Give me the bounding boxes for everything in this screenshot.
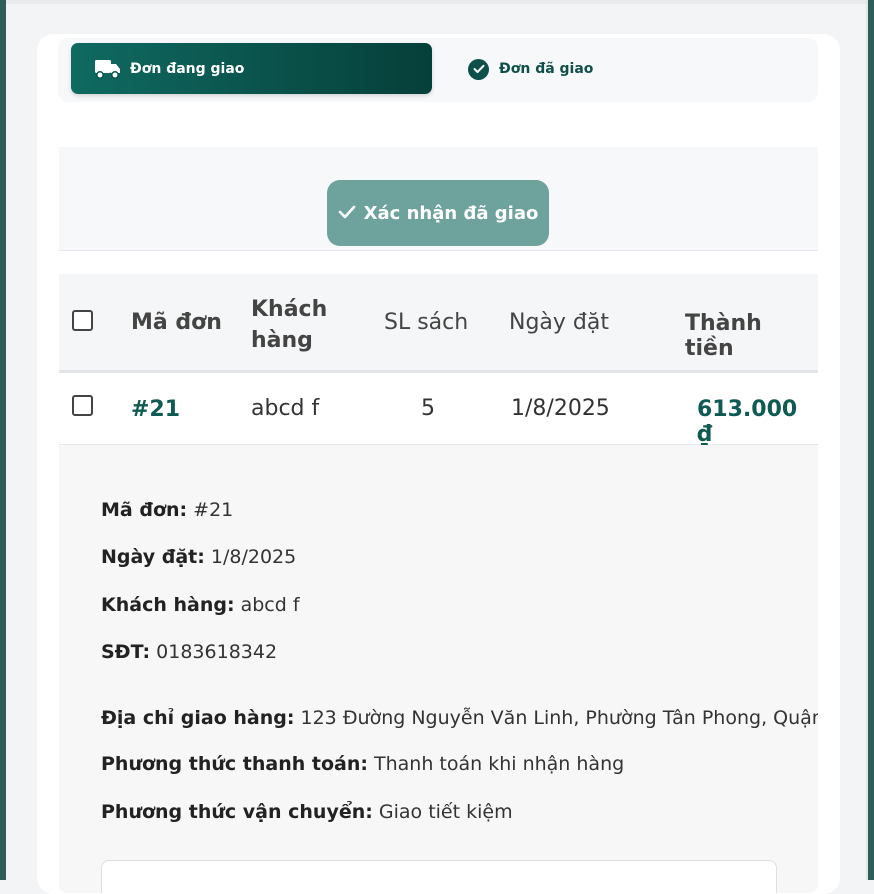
detail-customer-value: abcd f	[234, 594, 300, 616]
check-circle-icon	[468, 58, 489, 80]
detail-date-value: 1/8/2025	[204, 546, 297, 568]
row-date: 1/8/2025	[511, 396, 610, 421]
detail-payment: Phương thức thanh toán: Thanh toán khi n…	[101, 753, 624, 775]
row-checkbox[interactable]	[72, 395, 93, 416]
detail-address-label: Địa chỉ giao hàng:	[101, 707, 295, 729]
window-right-edge	[868, 0, 874, 880]
detail-phone: SĐT: 0183618342	[101, 641, 277, 663]
tab-delivered-orders-label: Đơn đã giao	[499, 61, 594, 77]
header-qty: SL sách	[384, 310, 469, 335]
detail-address-value: 123 Đường Nguyễn Văn Linh, Phường Tân Ph…	[294, 707, 819, 729]
order-items-table	[101, 860, 777, 893]
detail-order-id-label: Mã đơn:	[101, 499, 188, 521]
header-total: Thành tiền	[685, 311, 762, 361]
header-customer-line2: hàng	[251, 328, 313, 353]
row-customer: abcd f	[251, 396, 320, 421]
row-total: 613.000 ₫	[697, 397, 798, 447]
detail-shipping-label: Phương thức vận chuyển:	[101, 801, 373, 823]
header-customer: Khách hàng	[251, 294, 327, 356]
detail-order-id: Mã đơn: #21	[101, 499, 233, 521]
confirm-delivered-label: Xác nhận đã giao	[363, 202, 539, 224]
header-date: Ngày đặt	[509, 310, 609, 335]
detail-shipping-value: Giao tiết kiệm	[372, 801, 513, 823]
tab-shipping-orders[interactable]: Đơn đang giao	[71, 43, 432, 94]
row-order-id[interactable]: #21	[131, 397, 180, 422]
table-header: Mã đơn Khách hàng SL sách Ngày đặt Thành…	[59, 274, 818, 373]
detail-payment-value: Thanh toán khi nhận hàng	[367, 753, 625, 775]
orders-card: Xác nhận đã giao Mã đơn Khách hàng SL sá…	[59, 133, 818, 893]
detail-order-id-value: #21	[187, 499, 234, 521]
detail-address: Địa chỉ giao hàng: 123 Đường Nguyễn Văn …	[101, 707, 818, 729]
detail-date-label: Ngày đặt:	[101, 546, 205, 568]
detail-date: Ngày đặt: 1/8/2025	[101, 546, 296, 568]
bulk-action-bar: Xác nhận đã giao	[59, 147, 818, 251]
select-all-checkbox[interactable]	[72, 310, 93, 331]
order-detail-panel: Mã đơn: #21 Ngày đặt: 1/8/2025 Khách hàn…	[59, 445, 818, 893]
detail-phone-value: 0183618342	[150, 641, 278, 663]
detail-customer-label: Khách hàng:	[101, 594, 235, 616]
tab-delivered-orders[interactable]: Đơn đã giao	[460, 52, 593, 86]
table-row[interactable]: #21 abcd f 5 1/8/2025 613.000 ₫	[59, 373, 818, 447]
header-order-id: Mã đơn	[131, 310, 222, 335]
detail-payment-label: Phương thức thanh toán:	[101, 753, 368, 775]
window-top-edge	[6, 0, 868, 4]
row-qty: 5	[421, 396, 435, 421]
window-left-edge	[0, 0, 6, 880]
detail-phone-label: SĐT:	[101, 641, 151, 663]
confirm-delivered-button[interactable]: Xác nhận đã giao	[327, 180, 549, 246]
detail-customer: Khách hàng: abcd f	[101, 594, 300, 616]
check-icon	[338, 204, 356, 223]
header-customer-line1: Khách	[251, 297, 328, 322]
tab-shipping-orders-label: Đơn đang giao	[130, 60, 245, 77]
truck-icon	[94, 58, 122, 80]
detail-shipping: Phương thức vận chuyển: Giao tiết kiệm	[101, 801, 513, 823]
